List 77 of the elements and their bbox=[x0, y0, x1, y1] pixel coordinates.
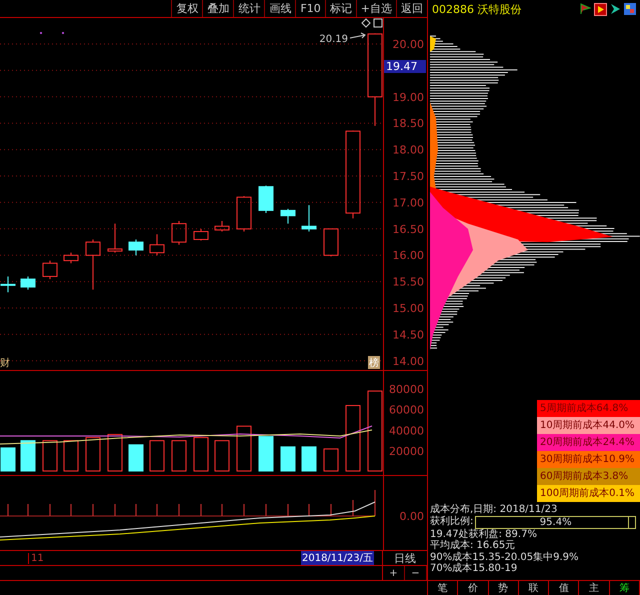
axis-label: 17.50 bbox=[392, 170, 424, 183]
candlestick bbox=[194, 228, 208, 242]
high-price-label: 20.19 bbox=[319, 34, 348, 45]
volume-bar bbox=[324, 448, 338, 472]
volume-bar bbox=[346, 405, 360, 472]
volume-bar bbox=[128, 444, 144, 472]
axis-label: 16.50 bbox=[392, 222, 424, 236]
volume-bar bbox=[20, 440, 36, 472]
axis-label: 15.50 bbox=[392, 276, 424, 289]
candlestick bbox=[172, 220, 186, 246]
candlestick bbox=[236, 196, 252, 232]
info-text: 平均成本: 16.65元 bbox=[430, 540, 516, 552]
axis-label: 20.00 bbox=[392, 38, 424, 51]
info-text: 成本分布,日期: 2018/11/23 bbox=[430, 504, 558, 516]
candlestick bbox=[0, 276, 16, 293]
legend-row: 100周期前成本0.1% bbox=[537, 485, 640, 502]
info-text: 19.47处获利盘: 89.7% bbox=[430, 528, 538, 540]
volume-bar bbox=[0, 447, 16, 472]
ranking-marker: 榜 bbox=[368, 356, 380, 369]
info-text: 获利比例: bbox=[430, 516, 474, 528]
candlestick bbox=[302, 204, 316, 232]
axis-label: 16.00 bbox=[392, 249, 424, 262]
axis-label: 14.00 bbox=[392, 354, 424, 368]
diamond-icon bbox=[361, 18, 371, 28]
axis-label: 0.00 bbox=[400, 510, 424, 523]
axis-label: 18.50 bbox=[392, 117, 424, 130]
volume-bar bbox=[280, 446, 296, 472]
legend-row: 10周期前成本44.0% bbox=[537, 417, 640, 434]
axis-label: 20000 bbox=[389, 445, 424, 458]
play-icon[interactable] bbox=[610, 3, 621, 15]
flag-icon[interactable] bbox=[580, 3, 591, 15]
candlestick bbox=[280, 208, 296, 224]
current-price-label: 19.47 bbox=[386, 60, 418, 73]
candlestick bbox=[128, 238, 144, 256]
period-label: 日线 bbox=[393, 551, 417, 565]
axis-label: 18.00 bbox=[392, 144, 424, 157]
volume-bar bbox=[64, 440, 78, 472]
stock-title: 002886 沃特股份 bbox=[432, 2, 522, 16]
volume-bar bbox=[194, 437, 208, 472]
candlestick bbox=[150, 234, 164, 256]
candlestick bbox=[258, 185, 274, 214]
volume-bar bbox=[108, 434, 122, 472]
legend-row: 5周期前成本64.8% bbox=[537, 400, 640, 417]
axis-label: 17.00 bbox=[392, 196, 424, 210]
candlestick bbox=[214, 220, 230, 232]
arrow-icon bbox=[350, 32, 366, 38]
volume-bar bbox=[150, 440, 164, 472]
info-text: 70%成本15.80-19 bbox=[430, 563, 518, 574]
info-text: 90%成本15.35-20.05集中9.9% bbox=[430, 552, 580, 562]
window-icon bbox=[374, 18, 382, 28]
axis-label: 19.00 bbox=[392, 90, 424, 104]
current-date-label: 2018/11/23/五 bbox=[300, 551, 374, 565]
volume-bar bbox=[214, 440, 230, 472]
legend-row: 60周期前成本3.8% bbox=[537, 468, 640, 485]
month-label: 11 bbox=[28, 552, 44, 564]
volume-bar bbox=[258, 436, 274, 472]
axis-label: 80000 bbox=[389, 383, 424, 396]
candlestick bbox=[42, 260, 58, 280]
axis-label: 60000 bbox=[389, 404, 424, 417]
profit-ratio-bar: 95.4% bbox=[475, 516, 636, 528]
finance-marker: 财 bbox=[0, 358, 10, 369]
candlestick bbox=[108, 223, 122, 254]
volume-bar bbox=[172, 440, 186, 472]
axis-label: 15.00 bbox=[392, 302, 424, 315]
axis-label: 14.50 bbox=[392, 328, 424, 342]
legend-row: 30周期前成本10.9% bbox=[537, 451, 640, 468]
volume-bar bbox=[42, 440, 58, 472]
axis-label: 40000 bbox=[389, 424, 424, 438]
volume-bar bbox=[86, 437, 100, 472]
play-icon[interactable] bbox=[594, 2, 607, 16]
volume-bar bbox=[236, 426, 252, 472]
candlestick bbox=[20, 276, 36, 290]
volume-bar bbox=[302, 446, 316, 472]
candlestick bbox=[324, 228, 338, 257]
candlestick bbox=[86, 238, 100, 290]
legend-row: 20周期前成本24.4% bbox=[537, 434, 640, 451]
candlestick bbox=[64, 252, 78, 264]
